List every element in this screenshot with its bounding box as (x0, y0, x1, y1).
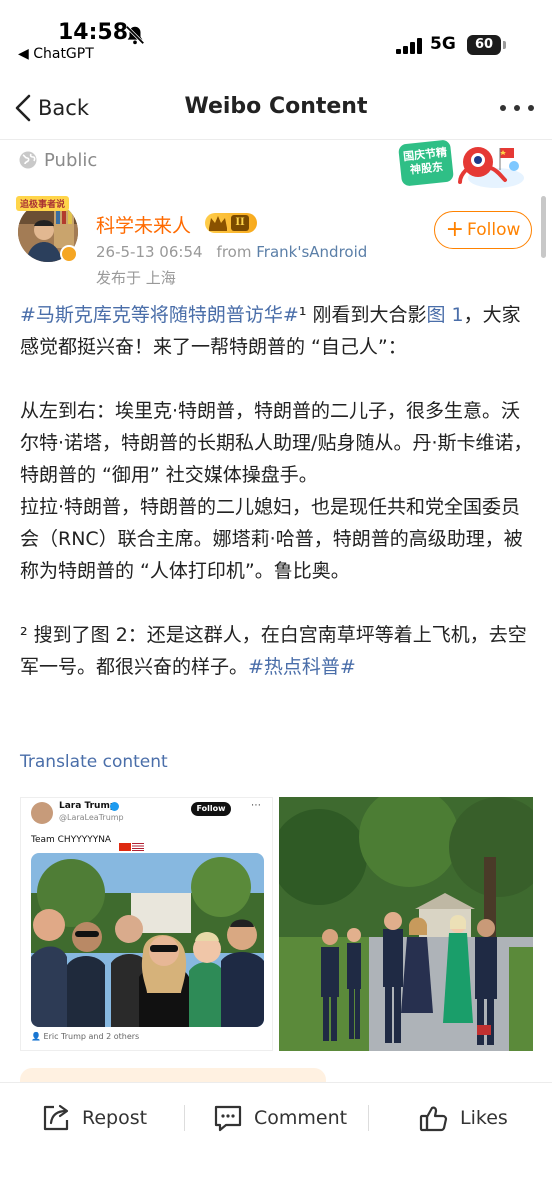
post-image-2[interactable] (279, 797, 533, 1051)
comment-icon (214, 1105, 242, 1132)
verified-badge-icon (60, 245, 78, 263)
comment-button[interactable]: Comment (212, 1101, 347, 1135)
post-paragraph: 拉拉·特朗普，特朗普的二儿媳妇，也是现任共和党全国委员会（RNC）联合主席。娜塔… (20, 496, 523, 582)
follow-label: Follow (467, 220, 521, 240)
member-level-badge[interactable]: II (205, 213, 257, 233)
back-app-label: ChatGPT (33, 46, 94, 62)
author-name[interactable]: 科学未来人 (96, 211, 191, 238)
more-options-button[interactable] (500, 105, 534, 115)
tweet-avatar (31, 802, 53, 824)
repost-button[interactable]: Repost (40, 1101, 147, 1135)
translate-content-link[interactable]: Translate content (20, 752, 168, 772)
back-to-app-link[interactable]: ◀ ChatGPT (18, 46, 94, 62)
dot-icon (500, 105, 506, 111)
action-divider (184, 1105, 185, 1131)
post-timestamp: 26-5-13 06:54 (96, 243, 203, 261)
battery-indicator: 60 (467, 35, 501, 55)
tweet-group-photo (31, 853, 264, 1027)
post-paragraph: #马斯克库克等将随特朗普访华#¹ 刚看到大合影图 1，大家感觉都挺兴奋！来了一帮… (20, 299, 534, 363)
post-device[interactable]: Frank'sAndroid (256, 243, 367, 261)
bell-off-icon (125, 25, 145, 45)
chevron-left-icon (15, 94, 31, 122)
tweet-follow-button: Follow (191, 802, 231, 816)
back-label: Back (38, 96, 89, 120)
tweet-more-icon: ⋯ (251, 800, 261, 811)
hashtag-link[interactable]: #马斯克库克等将随特朗普访华# (20, 304, 299, 326)
post-meta: 26-5-13 06:54 from Frank'sAndroid (96, 243, 367, 261)
mascot-icon (458, 147, 524, 188)
dot-icon (514, 105, 520, 111)
group-selfie-photo (31, 853, 264, 1027)
post-paragraph: ² 搜到了图 2：还是这群人，在白宫南草坪等着上飞机，去空军一号。都很兴奋的样子… (20, 619, 534, 683)
visibility-label: Public (44, 150, 98, 171)
scroll-indicator (541, 196, 546, 258)
battery-tip (503, 41, 506, 49)
text-segment: ¹ 刚看到大合影 (298, 304, 427, 326)
hashtag-link[interactable]: #热点科普# (248, 656, 356, 678)
comment-label: Comment (254, 1107, 348, 1129)
avatar-tag: 追极事者说 (16, 196, 70, 211)
us-flag-icon (132, 843, 144, 851)
thumbs-up-icon (419, 1106, 448, 1132)
tweet-author-name: Lara Trump (59, 801, 117, 811)
verified-icon (110, 802, 119, 811)
plus-icon: + (445, 217, 465, 242)
likes-label: Likes (460, 1107, 508, 1129)
bottom-action-bar: Repost Comment Likes (0, 1082, 552, 1200)
tweet-caption: Team CHYYYYYNA (31, 835, 112, 845)
follow-button[interactable]: + Follow (434, 211, 532, 249)
globe-icon (19, 151, 37, 169)
post-paragraph: 从左到右：埃里克·特朗普，特朗普的二儿子，很多生意。沃尔特·诺塔，特朗普的长期私… (20, 400, 533, 486)
member-level-label: II (231, 215, 249, 231)
back-button[interactable]: Back (14, 92, 89, 124)
visibility-row: Public 国庆节精神股东 (0, 139, 552, 188)
tweet-tagged-people: Eric Trump and 2 others (43, 1032, 140, 1041)
status-bar: 14:58 ◀ ChatGPT 5G 60 (0, 0, 552, 72)
post-location: 发布于 上海 (96, 269, 176, 287)
network-label: 5G (430, 34, 456, 54)
status-time: 14:58 (58, 20, 129, 45)
dot-icon (528, 105, 534, 111)
from-label: from (216, 243, 252, 261)
crown-icon (209, 216, 227, 231)
tweet-author-handle: @LaraLeaTrump (59, 813, 124, 822)
post-image-1[interactable]: Lara Trump @LaraLeaTrump Follow ⋯ Team C… (20, 797, 273, 1051)
signal-icon (396, 38, 422, 54)
promo-banner[interactable]: 国庆节精神股东 (396, 139, 526, 190)
nav-bar: Back Weibo Content (0, 72, 552, 140)
action-divider (368, 1105, 369, 1131)
post-text: #马斯克库克等将随特朗普访华#¹ 刚看到大合影图 1，大家感觉都挺兴奋！来了一帮… (20, 299, 534, 683)
repost-label: Repost (82, 1107, 148, 1129)
image-1-link[interactable]: 图 1 (427, 304, 464, 326)
tweet-tag-footer: 👤 Eric Trump and 2 others (31, 1032, 140, 1041)
lawn-group-photo (279, 797, 533, 1051)
flags-emoji (119, 836, 145, 851)
china-flag-icon (119, 843, 131, 851)
repost-icon (43, 1104, 69, 1131)
likes-button[interactable]: Likes (418, 1101, 508, 1135)
